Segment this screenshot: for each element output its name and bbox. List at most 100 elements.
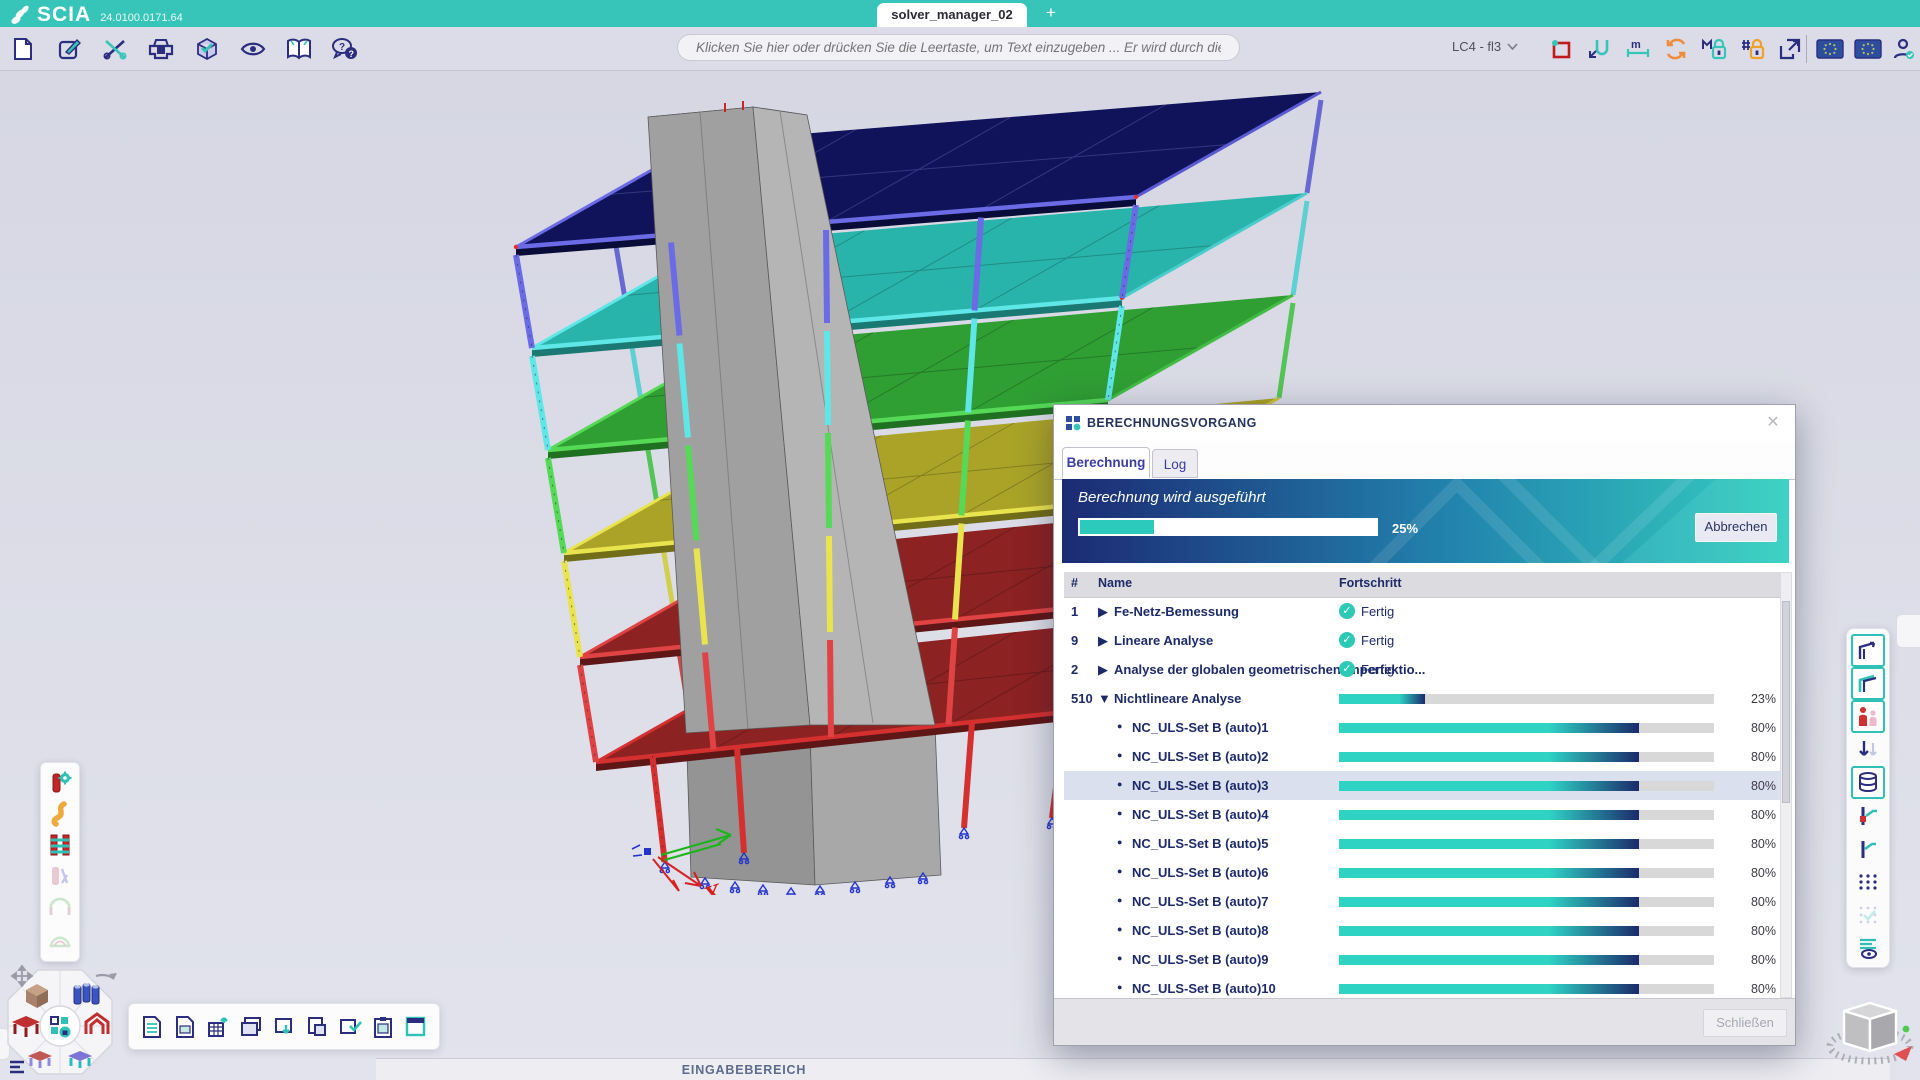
arch-frame-icon[interactable] xyxy=(45,891,75,922)
scrollbar-thumb[interactable] xyxy=(1782,601,1790,803)
curved-beam-icon[interactable] xyxy=(45,798,75,829)
application-window: X SCIA 24.0100.0171.64 solver_manager_02… xyxy=(0,0,1920,1080)
library-book-icon[interactable] xyxy=(282,32,316,66)
row-progress-bar xyxy=(1339,810,1714,820)
row-marker-icon[interactable]: ● xyxy=(1117,866,1122,876)
copy-document-icon[interactable] xyxy=(302,1012,332,1042)
table-row[interactable]: ● NC_ULS-Set B (auto)10 80% xyxy=(1064,974,1780,998)
beam-node-icon[interactable] xyxy=(1852,799,1884,832)
verify-model-icon[interactable] xyxy=(190,32,224,66)
close-icon[interactable]: ✕ xyxy=(1763,413,1783,433)
expand-view-icon[interactable] xyxy=(1773,32,1807,66)
lock-numbers-icon[interactable] xyxy=(1735,32,1769,66)
refresh-icon[interactable] xyxy=(1659,32,1693,66)
eu-flag-icon[interactable] xyxy=(1813,32,1847,66)
printer-icon[interactable] xyxy=(144,32,178,66)
row-marker-icon[interactable]: ● xyxy=(1117,895,1122,905)
row-progress-bar xyxy=(1339,897,1714,907)
help-icon[interactable]: ?? xyxy=(328,32,362,66)
lock-mesh-icon[interactable] xyxy=(1697,32,1731,66)
row-number: 2 xyxy=(1071,662,1078,677)
image-check-icon[interactable] xyxy=(335,1012,365,1042)
menu-hamburger-icon[interactable] xyxy=(10,1062,24,1072)
wheel-center-button[interactable] xyxy=(40,1006,80,1046)
dots-grid-icon[interactable] xyxy=(1852,865,1884,898)
cube-body[interactable] xyxy=(1844,1003,1896,1051)
row-marker-icon[interactable]: ● xyxy=(1117,953,1122,963)
table-row[interactable]: ● NC_ULS-Set B (auto)7 80% xyxy=(1064,887,1780,916)
frame-result-icon[interactable] xyxy=(1851,634,1885,667)
input-area-bar[interactable]: EINGABEBEREICH xyxy=(376,1058,1890,1080)
new-document-icon[interactable] xyxy=(6,32,40,66)
column-gear-icon[interactable] xyxy=(45,767,75,798)
input-area-label: EINGABEBEREICH xyxy=(682,1063,806,1077)
material-cans-icon[interactable] xyxy=(74,983,99,1004)
table-scrollbar[interactable] xyxy=(1780,572,1792,998)
user-account-icon[interactable] xyxy=(1886,32,1920,66)
panel-view-icon[interactable] xyxy=(401,1012,431,1042)
row-marker-icon[interactable]: ● xyxy=(1117,982,1122,992)
undo-ucs-icon[interactable] xyxy=(1583,32,1617,66)
database-icon[interactable] xyxy=(1851,766,1885,799)
row-marker-icon[interactable]: ▶ xyxy=(1098,662,1108,678)
panel-flap[interactable] xyxy=(1896,614,1920,648)
table-export-icon[interactable] xyxy=(203,1012,233,1042)
table-row[interactable]: ● NC_ULS-Set B (auto)3 80% xyxy=(1064,771,1780,800)
close-dialog-button[interactable]: Schließen xyxy=(1703,1009,1787,1037)
image-gallery-icon[interactable] xyxy=(236,1012,266,1042)
load-case-selector[interactable]: LC4 - fl3 xyxy=(1452,39,1518,54)
cancel-button[interactable]: Abbrechen xyxy=(1695,513,1777,542)
image-import-icon[interactable] xyxy=(269,1012,299,1042)
table-row[interactable]: ● NC_ULS-Set B (auto)9 80% xyxy=(1064,945,1780,974)
measure-icon[interactable]: m xyxy=(1621,32,1655,66)
table-row[interactable]: 9 ▶ Lineare Analyse ✓Fertig xyxy=(1064,626,1780,655)
document-image-icon[interactable] xyxy=(170,1012,200,1042)
wheel-octagon[interactable] xyxy=(8,970,112,1074)
table-row[interactable]: ● NC_ULS-Set B (auto)5 80% xyxy=(1064,829,1780,858)
beam-plain-icon[interactable] xyxy=(1852,832,1884,865)
table-row[interactable]: ● NC_ULS-Set B (auto)1 80% xyxy=(1064,713,1780,742)
arrows-down-icon[interactable] xyxy=(1852,733,1884,766)
row-progress: 80% xyxy=(1339,916,1776,945)
row-marker-icon[interactable]: ● xyxy=(1117,808,1122,818)
dialog-title-bar[interactable]: BERECHNUNGSVORGANG ✕ xyxy=(1054,405,1795,442)
table-row[interactable]: 1 ▶ Fe-Netz-Bemessung ✓Fertig xyxy=(1064,597,1780,626)
arch-shell-icon[interactable] xyxy=(45,922,75,953)
row-marker-icon[interactable]: ▼ xyxy=(1098,691,1111,706)
row-marker-icon[interactable]: ● xyxy=(1117,750,1122,760)
row-number: 9 xyxy=(1071,633,1078,648)
row-marker-icon[interactable]: ● xyxy=(1117,721,1122,731)
navigation-cube[interactable] xyxy=(1822,982,1918,1076)
row-marker-icon[interactable]: ▶ xyxy=(1098,604,1108,620)
table-row[interactable]: ● NC_ULS-Set B (auto)2 80% xyxy=(1064,742,1780,771)
view-eye-icon[interactable] xyxy=(236,32,270,66)
command-input[interactable] xyxy=(677,34,1240,61)
column-lambda-icon[interactable] xyxy=(45,860,75,891)
frame-ladder-icon[interactable] xyxy=(45,829,75,860)
tab-berechnung[interactable]: Berechnung xyxy=(1062,447,1150,478)
tools-icon[interactable] xyxy=(98,32,132,66)
person-load-icon[interactable] xyxy=(1851,700,1885,733)
document-tab[interactable]: solver_manager_02 xyxy=(877,3,1027,27)
row-marker-icon[interactable]: ● xyxy=(1117,779,1122,789)
column-header-number: # xyxy=(1071,576,1078,590)
table-row[interactable]: ● NC_ULS-Set B (auto)8 80% xyxy=(1064,916,1780,945)
clipboard-image-icon[interactable] xyxy=(368,1012,398,1042)
table-row[interactable]: 510 ▼ Nichtlineare Analyse 23% xyxy=(1064,684,1780,713)
row-marker-icon[interactable]: ▶ xyxy=(1098,633,1108,649)
eu-flag-icon[interactable] xyxy=(1851,32,1885,66)
tab-log[interactable]: Log xyxy=(1152,449,1198,478)
table-row[interactable]: 2 ▶ Analyse der globalen geometrischen I… xyxy=(1064,655,1780,684)
grid-check-icon[interactable] xyxy=(1852,898,1884,931)
dialog-tabs: Berechnung Log xyxy=(1054,441,1795,480)
table-row[interactable]: ● NC_ULS-Set B (auto)6 80% xyxy=(1064,858,1780,887)
selection-box-icon[interactable] xyxy=(1545,32,1579,66)
visibility-list-icon[interactable] xyxy=(1852,931,1884,964)
new-tab-button[interactable]: + xyxy=(1040,2,1062,24)
frame-result-alt-icon[interactable] xyxy=(1851,667,1885,700)
document-lines-icon[interactable] xyxy=(137,1012,167,1042)
edit-icon[interactable] xyxy=(52,32,86,66)
row-marker-icon[interactable]: ● xyxy=(1117,837,1122,847)
table-row[interactable]: ● NC_ULS-Set B (auto)4 80% xyxy=(1064,800,1780,829)
row-marker-icon[interactable]: ● xyxy=(1117,924,1122,934)
